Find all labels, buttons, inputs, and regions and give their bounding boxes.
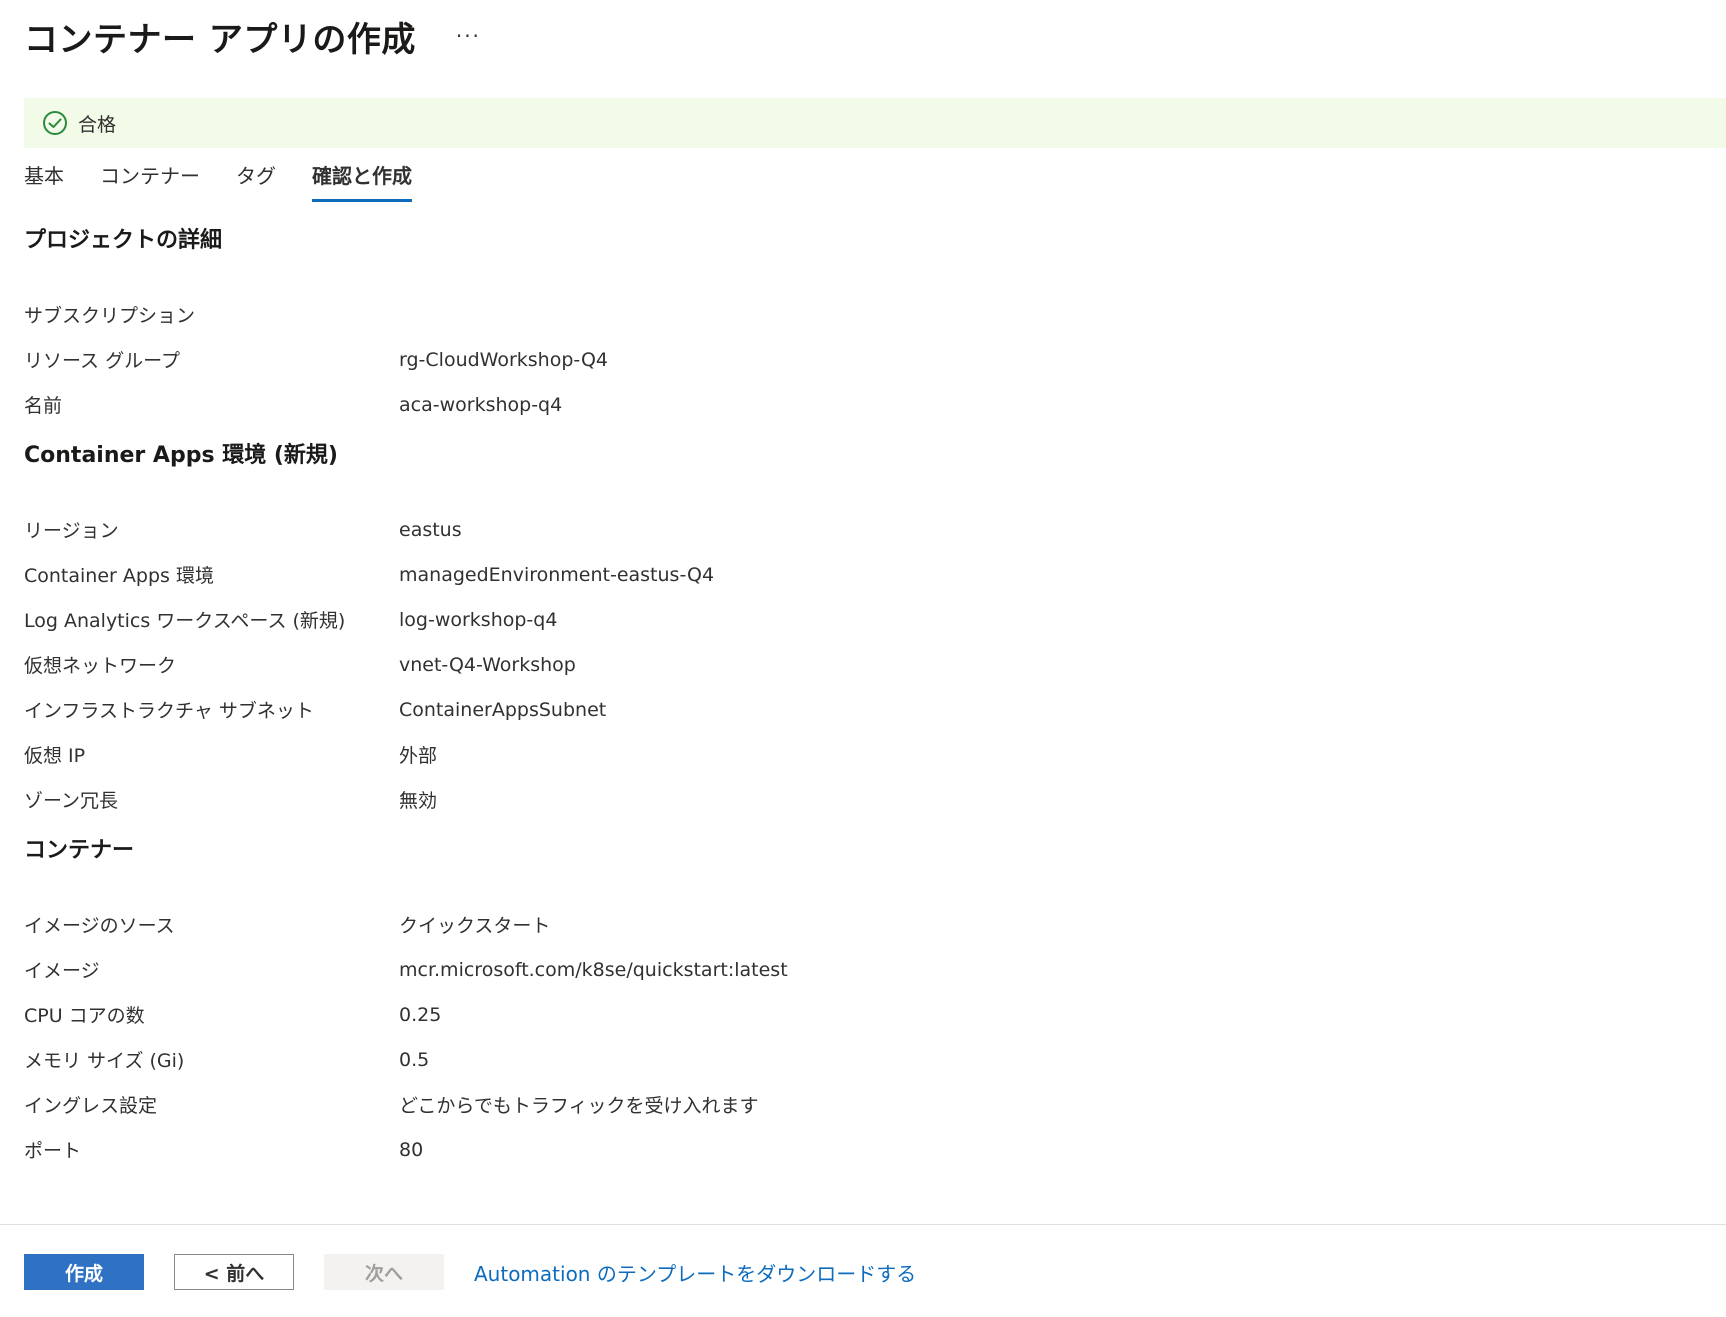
row-value: vnet-Q4-Workshop xyxy=(399,653,576,676)
download-template-link[interactable]: Automation のテンプレートをダウンロードする xyxy=(474,1258,916,1287)
row-value: log-workshop-q4 xyxy=(399,608,558,631)
row-label: 名前 xyxy=(24,395,63,417)
footer-divider xyxy=(0,1224,1726,1225)
summary-row: メモリ サイズ (Gi) 0.5 xyxy=(24,1037,1684,1082)
summary-row: ゾーン冗長 無効 xyxy=(24,777,1684,822)
row-value: ContainerAppsSubnet xyxy=(399,698,607,721)
section-title-project-details: プロジェクトの詳細 xyxy=(24,228,223,253)
summary-row: Log Analytics ワークスペース (新規) log-workshop-… xyxy=(24,597,1684,642)
wizard-tabs: 基本 コンテナー タグ 確認と作成 xyxy=(24,160,448,202)
section-title-container: コンテナー xyxy=(24,838,135,863)
summary-row: イメージのソース クイックスタート xyxy=(24,902,1684,947)
summary-row: 仮想ネットワーク vnet-Q4-Workshop xyxy=(24,642,1684,687)
previous-button[interactable]: < 前へ xyxy=(174,1254,294,1290)
next-button: 次へ xyxy=(324,1254,444,1290)
summary-row: 名前 aca-workshop-q4 xyxy=(24,382,1684,427)
row-label: リソース グループ xyxy=(24,350,180,372)
create-button[interactable]: 作成 xyxy=(24,1254,144,1290)
tab-review-create[interactable]: 確認と作成 xyxy=(312,160,412,202)
row-value: 外部 xyxy=(399,745,438,767)
more-options-button[interactable]: ··· xyxy=(456,24,481,48)
row-label: イメージのソース xyxy=(24,915,175,937)
tab-container[interactable]: コンテナー xyxy=(100,160,200,202)
row-value: 0.5 xyxy=(399,1048,430,1071)
validation-status-text: 合格 xyxy=(78,113,117,136)
row-label: 仮想ネットワーク xyxy=(24,655,177,677)
title-row: コンテナー アプリの作成 ··· xyxy=(24,12,481,60)
summary-row: インフラストラクチャ サブネット ContainerAppsSubnet xyxy=(24,687,1684,732)
row-value: 0.25 xyxy=(399,1003,442,1026)
summary-row: リージョン eastus xyxy=(24,507,1684,552)
row-label: イングレス設定 xyxy=(24,1095,158,1117)
tab-tags[interactable]: タグ xyxy=(236,160,276,202)
row-label: インフラストラクチャ サブネット xyxy=(24,700,314,722)
row-value: 80 xyxy=(399,1138,424,1161)
summary-row: リソース グループ rg-CloudWorkshop-Q4 xyxy=(24,337,1684,382)
row-label: ポート xyxy=(24,1140,82,1162)
summary-row: イングレス設定 どこからでもトラフィックを受け入れます xyxy=(24,1082,1684,1127)
row-label: イメージ xyxy=(24,960,100,982)
review-content: プロジェクトの詳細 サブスクリプション リソース グループ rg-CloudWo… xyxy=(24,226,1684,1172)
row-label: Container Apps 環境 xyxy=(24,565,214,587)
row-value: mcr.microsoft.com/k8se/quickstart:latest xyxy=(399,958,788,981)
row-label: 仮想 IP xyxy=(24,745,86,767)
tab-basics[interactable]: 基本 xyxy=(24,160,64,202)
row-value: 無効 xyxy=(399,790,438,812)
row-value: eastus xyxy=(399,518,462,541)
summary-row: ポート 80 xyxy=(24,1127,1684,1172)
row-label: Log Analytics ワークスペース (新規) xyxy=(24,610,346,632)
row-label: メモリ サイズ (Gi) xyxy=(24,1050,185,1072)
summary-row: Container Apps 環境 managedEnvironment-eas… xyxy=(24,552,1684,597)
row-label: サブスクリプション xyxy=(24,305,196,327)
summary-row: 仮想 IP 外部 xyxy=(24,732,1684,777)
row-label: ゾーン冗長 xyxy=(24,790,119,812)
page-title: コンテナー アプリの作成 xyxy=(24,19,416,60)
summary-row: CPU コアの数 0.25 xyxy=(24,992,1684,1037)
row-label: リージョン xyxy=(24,520,119,542)
validation-banner: 合格 xyxy=(24,98,1726,148)
row-value: managedEnvironment-eastus-Q4 xyxy=(399,563,715,586)
section-title-environment: Container Apps 環境 (新規) xyxy=(24,443,338,468)
summary-row: サブスクリプション xyxy=(24,292,1684,337)
row-value: rg-CloudWorkshop-Q4 xyxy=(399,348,608,371)
footer-actions: 作成 < 前へ 次へ Automation のテンプレートをダウンロードする xyxy=(24,1254,916,1290)
check-circle-icon xyxy=(42,110,68,136)
row-value: どこからでもトラフィックを受け入れます xyxy=(399,1095,759,1117)
row-value: クイックスタート xyxy=(399,915,551,937)
row-value: aca-workshop-q4 xyxy=(399,393,563,416)
row-label: CPU コアの数 xyxy=(24,1005,145,1027)
summary-row: イメージ mcr.microsoft.com/k8se/quickstart:l… xyxy=(24,947,1684,992)
